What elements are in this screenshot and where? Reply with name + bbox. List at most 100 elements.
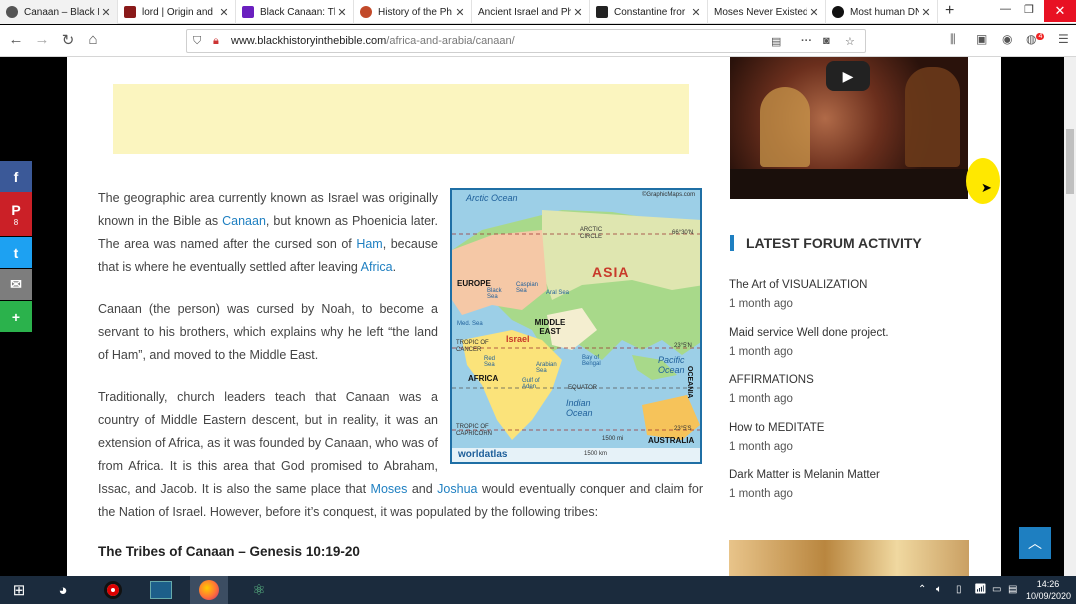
- more-share-button[interactable]: +: [0, 301, 32, 332]
- volume-icon[interactable]: 🔈︎: [936, 584, 942, 595]
- forum-item-link[interactable]: How to MEDITATE: [729, 422, 824, 434]
- facebook-icon: f: [13, 168, 19, 185]
- atom-icon[interactable]: ⚛: [240, 576, 278, 604]
- chevron-up-icon: ︿: [1028, 535, 1042, 551]
- new-tab-icon[interactable]: +: [945, 2, 954, 20]
- tab-bar: Canaan – Black H ✕ lord | Origin and ✕ Bla…: [0, 0, 1076, 24]
- map-label: 66°30'N: [672, 230, 694, 236]
- ad-banner[interactable]: [113, 84, 689, 154]
- insecure-lock-icon[interactable]: 🔒︎: [213, 35, 219, 48]
- system-clock[interactable]: 14:26 10/09/2020: [1026, 578, 1071, 602]
- ham-link[interactable]: Ham: [356, 237, 382, 251]
- forum-heading: LATEST FORUM ACTIVITY: [730, 235, 922, 251]
- close-icon[interactable]: ✕: [571, 6, 585, 19]
- firefox-icon[interactable]: [190, 576, 228, 604]
- url-path: /africa-and-arabia/canaan/: [386, 35, 515, 47]
- navigation-bar: ← → ↻ ⌂ ⛉ 🔒︎ www.blackhistoryinthebible.…: [0, 25, 1076, 57]
- play-icon[interactable]: ▶: [826, 61, 870, 91]
- back-to-top-button[interactable]: ︿: [1019, 527, 1051, 559]
- tab-3[interactable]: Black Canaan: Th ✕: [236, 0, 354, 24]
- reload-icon[interactable]: ↻: [58, 31, 78, 49]
- bookmark-star-icon[interactable]: ☆: [845, 35, 855, 48]
- pocket-icon[interactable]: ◙: [823, 35, 830, 47]
- windows-start-icon[interactable]: ⊞: [0, 576, 38, 604]
- site-favicon-icon: [832, 6, 844, 18]
- close-icon[interactable]: ✕: [689, 6, 703, 19]
- close-icon[interactable]: ✕: [453, 6, 467, 19]
- language-icon[interactable]: ▤: [1008, 584, 1017, 595]
- forum-item-link[interactable]: The Art of VISUALIZATION: [729, 279, 867, 291]
- url-bar[interactable]: ⛉ 🔒︎ www.blackhistoryinthebible.com/afri…: [186, 29, 866, 53]
- sidebar-icon[interactable]: ▣: [976, 32, 987, 46]
- scrollbar[interactable]: [1064, 57, 1076, 576]
- account-icon[interactable]: ◉: [1002, 32, 1012, 46]
- forum-item-link[interactable]: Dark Matter is Melanin Matter: [729, 469, 880, 481]
- web-page: The geographic area currently known as I…: [67, 57, 1001, 576]
- forum-item-link[interactable]: AFFIRMATIONS: [729, 374, 814, 386]
- tab-6[interactable]: Constantine fror ✕: [590, 0, 708, 24]
- sidebar-image[interactable]: [729, 540, 969, 576]
- tab-5[interactable]: Ancient Israel and Ph ✕: [472, 0, 590, 24]
- map-label: AFRICA: [468, 374, 499, 383]
- tab-2[interactable]: lord | Origin and ✕: [118, 0, 236, 24]
- forum-item-link[interactable]: Maid service Well done project.: [729, 327, 889, 339]
- close-icon[interactable]: ✕: [807, 6, 821, 19]
- site-favicon-icon: [596, 6, 608, 18]
- map-label: Black Sea: [487, 288, 502, 300]
- tab-1[interactable]: Canaan – Black H ✕: [0, 0, 118, 24]
- home-icon[interactable]: ⌂: [83, 31, 103, 48]
- battery-icon[interactable]: ▭: [992, 584, 1001, 595]
- pinterest-share-button[interactable]: P8: [0, 192, 32, 236]
- site-favicon-icon: [360, 6, 372, 18]
- video-figure: [905, 67, 960, 167]
- menu-icon[interactable]: ☰: [1058, 32, 1069, 46]
- network-icon[interactable]: ▯: [956, 584, 962, 595]
- mouse-cursor-icon: ➤: [981, 180, 992, 195]
- map-label: Caspian Sea: [516, 282, 539, 294]
- map-label: Indian Ocean: [566, 398, 593, 418]
- record-icon[interactable]: [94, 576, 132, 604]
- wifi-icon[interactable]: 📶︎: [974, 584, 987, 595]
- canaan-link[interactable]: Canaan: [222, 214, 266, 228]
- africa-link[interactable]: Africa: [361, 260, 393, 274]
- twitter-icon: t: [13, 244, 19, 261]
- map-label: EUROPE: [457, 279, 491, 288]
- app-icon[interactable]: ◕: [44, 576, 82, 604]
- file-app-icon[interactable]: [142, 576, 180, 604]
- tray-chevron-icon[interactable]: ⌃: [918, 584, 926, 595]
- tab-7[interactable]: Moses Never Existed ✕: [708, 0, 826, 24]
- close-icon[interactable]: ✕: [99, 6, 113, 19]
- minimize-icon[interactable]: —: [1000, 3, 1011, 15]
- forward-icon[interactable]: →: [32, 31, 52, 48]
- map-label: Arabian Sea: [536, 362, 557, 374]
- tab-4[interactable]: History of the Ph ✕: [354, 0, 472, 24]
- moses-link[interactable]: Moses: [371, 482, 408, 496]
- extension-icon[interactable]: ◍ 4: [1026, 32, 1045, 46]
- shield-icon[interactable]: ⛉: [193, 35, 201, 48]
- joshua-link[interactable]: Joshua: [437, 482, 477, 496]
- map-label: 23°5'S: [674, 426, 692, 432]
- map-label: ARCTIC CIRCLE: [579, 227, 603, 240]
- map-label: Gulf of Aden: [522, 378, 540, 390]
- map-label: Arctic Ocean: [466, 193, 518, 203]
- window-close-icon[interactable]: ✕: [1044, 0, 1076, 22]
- video-player[interactable]: ▶: [730, 57, 968, 199]
- map-label: Red Sea: [484, 356, 496, 368]
- page-actions-icon[interactable]: ···: [801, 35, 812, 47]
- tab-8[interactable]: Most human DN ✕: [826, 0, 938, 24]
- close-icon[interactable]: ✕: [335, 6, 349, 19]
- twitter-share-button[interactable]: t: [0, 237, 32, 268]
- email-share-button[interactable]: ✉: [0, 269, 32, 300]
- video-figure: [760, 87, 810, 167]
- reader-view-icon[interactable]: ▤: [771, 35, 781, 48]
- library-icon[interactable]: ⫼: [950, 32, 956, 47]
- map-label: Med. Sea: [457, 321, 483, 327]
- facebook-share-button[interactable]: f: [0, 161, 32, 192]
- scrollbar-thumb[interactable]: [1066, 129, 1074, 194]
- close-icon[interactable]: ✕: [919, 6, 933, 19]
- close-icon[interactable]: ✕: [217, 6, 231, 19]
- world-map-image[interactable]: ©GraphicMaps.com Arctic Ocean ARCTIC CIR…: [450, 188, 702, 464]
- map-label: EQUATOR: [568, 385, 598, 391]
- back-icon[interactable]: ←: [6, 31, 26, 48]
- restore-icon[interactable]: ❐: [1024, 3, 1034, 16]
